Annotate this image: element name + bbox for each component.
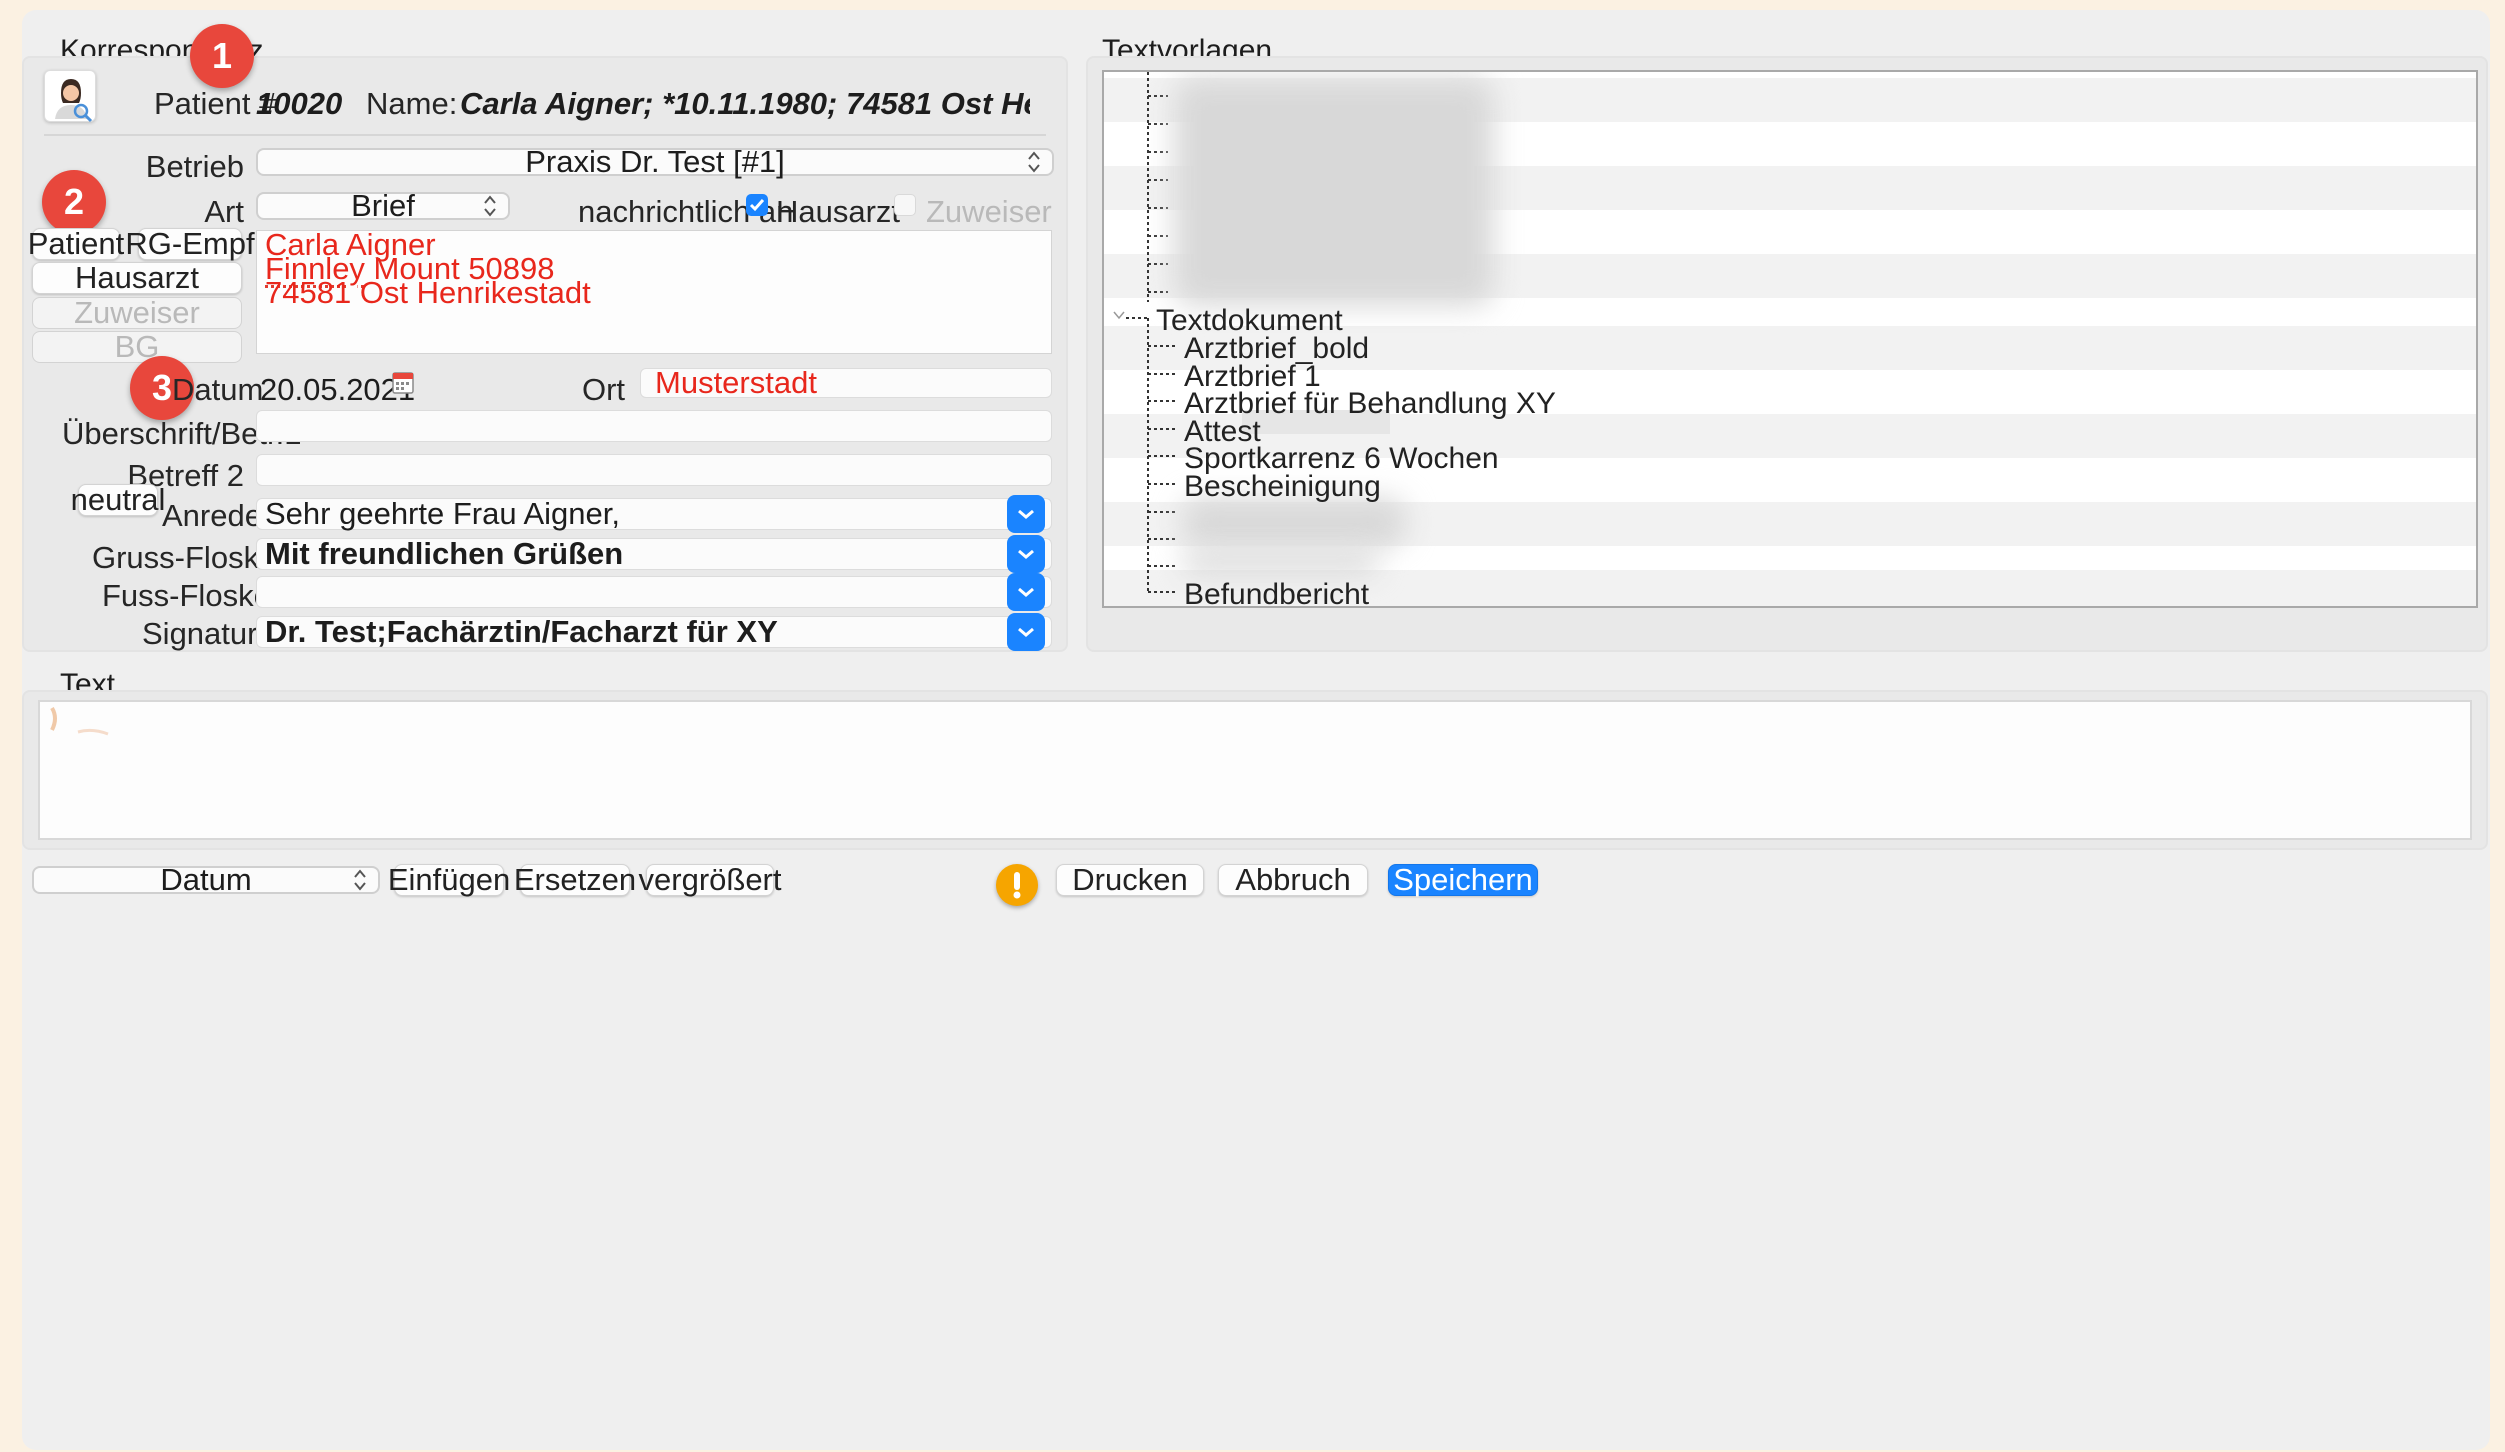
insert-field-value: Datum	[160, 862, 252, 897]
signatur-label: Signatur	[142, 616, 258, 651]
disclosure-chevron-icon	[1113, 311, 1125, 320]
address-line-3: 74581 Ost Henrikestadt	[265, 275, 591, 310]
vergroessert-button[interactable]: vergrößert	[639, 862, 782, 897]
header-divider	[44, 134, 1046, 136]
calendar-icon[interactable]	[392, 370, 414, 394]
anrede-combobox[interactable]: Sehr geehrte Frau Aigner,	[256, 495, 1052, 533]
ueberschrift-field[interactable]	[256, 410, 1052, 442]
ueberschrift-label: Überschrift/Betr.1	[62, 416, 302, 451]
fuss-combobox[interactable]	[256, 573, 1052, 611]
fuss-label: Fuss-Floskel	[102, 578, 278, 613]
speichern-button[interactable]: Speichern	[1388, 862, 1538, 897]
insert-field-select[interactable]: Datum	[32, 862, 380, 897]
chevron-down-icon[interactable]	[1007, 613, 1045, 651]
name-label: Name:	[366, 86, 458, 121]
patient-number: 10020	[256, 86, 343, 121]
redacted-area	[1174, 78, 1494, 306]
hausarzt-checkbox-label: Hausarzt	[776, 194, 901, 229]
tree-item[interactable]: Befundbericht	[1184, 578, 1369, 606]
neutral-button[interactable]: neutral	[71, 482, 166, 517]
betrieb-select-value: Praxis Dr. Test [#1]	[525, 144, 785, 179]
text-cursor-artifact	[50, 706, 109, 736]
einfuegen-button[interactable]: Einfügen	[388, 862, 510, 897]
datum-label: Datum	[172, 372, 264, 407]
patient-avatar[interactable]	[44, 70, 96, 123]
ersetzen-button[interactable]: Ersetzen	[514, 862, 636, 897]
recipient-rg-empf-button[interactable]: RG-Empf	[125, 226, 254, 261]
zuweiser-checkbox[interactable]	[894, 194, 916, 216]
chevron-down-icon[interactable]	[1007, 573, 1045, 611]
anrede-label: Anrede	[162, 498, 262, 533]
updown-chevron-icon	[1028, 151, 1040, 173]
template-tree[interactable]: Textdokument Arztbrief_bold Arztbrief 1 …	[1102, 70, 2478, 608]
chevron-down-icon[interactable]	[1007, 535, 1045, 573]
anrede-value: Sehr geehrte Frau Aigner,	[265, 496, 621, 531]
female-patient-icon	[55, 79, 93, 123]
chevron-down-icon[interactable]	[1007, 495, 1045, 533]
betrieb-select[interactable]: Praxis Dr. Test [#1]	[256, 144, 1054, 179]
signatur-value: Dr. Test;Fachärztin/Facharzt für XY	[265, 614, 778, 649]
gruss-label: Gruss-Floskel	[92, 540, 284, 575]
recipient-bg-button[interactable]: BG	[32, 329, 242, 364]
letter-text-area[interactable]	[38, 700, 2472, 840]
updown-chevron-icon	[484, 195, 496, 217]
betrieb-label: Betrieb	[145, 149, 244, 184]
drucken-button[interactable]: Drucken	[1056, 862, 1204, 897]
recipient-zuweiser-button[interactable]: Zuweiser	[32, 295, 242, 330]
correspondence-window: Korrespondenz 1 Patient # 10020 Name: Ca…	[22, 10, 2490, 1450]
art-label: Art	[204, 194, 244, 229]
signatur-combobox[interactable]: Dr. Test;Fachärztin/Facharzt für XY	[256, 613, 1052, 651]
annotation-badge-1: 1	[190, 24, 254, 88]
annotation-badge-2: 2	[42, 170, 106, 234]
warning-icon[interactable]	[996, 864, 1038, 906]
hausarzt-checkbox[interactable]	[746, 194, 768, 216]
betreff2-field[interactable]	[256, 454, 1052, 486]
updown-chevron-icon	[354, 869, 366, 891]
address-textarea[interactable]: Carla Aigner Finnley Mount 50898 74581 O…	[256, 229, 1052, 354]
gruss-combobox[interactable]: Mit freundlichen Grüßen	[256, 535, 1052, 573]
patient-name-value: Carla Aigner; *10.11.1980; 74581 Ost Hen…	[460, 86, 1030, 121]
tree-item[interactable]: Bescheinigung	[1184, 470, 1381, 504]
recipient-hausarzt-button[interactable]: Hausarzt	[32, 260, 242, 295]
art-select[interactable]: Brief	[256, 188, 510, 223]
redacted-area	[1182, 498, 1406, 546]
zuweiser-checkbox-label: Zuweiser	[926, 194, 1052, 229]
abbruch-button[interactable]: Abbruch	[1218, 862, 1368, 897]
gruss-value: Mit freundlichen Grüßen	[265, 536, 624, 571]
redacted-area	[1182, 552, 1378, 574]
recipient-patient-button[interactable]: Patient	[28, 226, 125, 261]
ort-field[interactable]: Musterstadt	[640, 365, 1052, 400]
ort-label: Ort	[582, 372, 626, 407]
art-select-value: Brief	[351, 188, 415, 223]
checkmark-icon	[749, 199, 765, 212]
